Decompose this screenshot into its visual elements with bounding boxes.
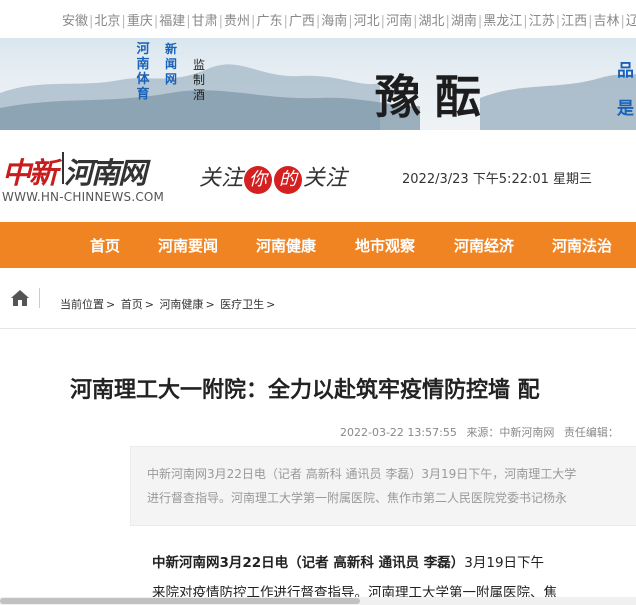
province-link[interactable]: 海南 xyxy=(321,10,347,29)
breadcrumb-divider xyxy=(39,288,40,308)
province-link[interactable]: 吉林 xyxy=(594,10,620,29)
province-separator: | xyxy=(523,14,528,29)
slogan-part-d: 关注 xyxy=(303,166,348,191)
province-link[interactable]: 北京 xyxy=(94,10,120,29)
summary-line-1: 中新河南网3月22日电（记者 高新科 通讯员 李磊）3月19日下午，河南理工大学 xyxy=(147,467,577,481)
slogan-part-a: 关注 xyxy=(199,166,244,191)
site-slogan: 关注你的关注 xyxy=(199,160,347,194)
breadcrumb-bar: 当前位置 > 首页 > 河南健康 > 医疗卫生 > xyxy=(0,268,636,329)
banner-title: 豫酝 xyxy=(375,70,495,124)
article-meta: 2022-03-22 13:57:55 来源：中新河南网 责任编辑： xyxy=(340,424,625,440)
province-separator: | xyxy=(218,14,224,29)
summary-line-2: 进行督查指导。河南理工大学第一附属医院、焦作市第二人民医院党委书记杨永 xyxy=(147,491,568,505)
article-summary: 中新河南网3月22日电（记者 高新科 通讯员 李磊）3月19日下午，河南理工大学… xyxy=(130,446,636,526)
province-link[interactable]: 重庆 xyxy=(127,10,153,29)
article-title: 河南理工大一附院：全力以赴筑牢疫情防控墙 配 xyxy=(70,377,540,403)
site-header: 中新 河南网 WWW.HN-CHINNEWS.COM 关注你的关注 2022/3/… xyxy=(0,130,636,222)
breadcrumb-home[interactable]: 首页 xyxy=(121,298,143,311)
breadcrumb-label: 当前位置 xyxy=(60,298,104,311)
banner-text-col3: 监制酒 xyxy=(192,58,205,102)
logo-black-text: 河南网 xyxy=(64,156,147,190)
province-link[interactable]: 甘肃 xyxy=(192,10,218,29)
mountain-graphic xyxy=(0,64,636,130)
breadcrumb-sep: > xyxy=(144,298,154,311)
province-separator: | xyxy=(588,14,593,29)
province-separator: | xyxy=(477,14,483,29)
province-link[interactable]: 广西 xyxy=(289,10,315,29)
article-body-line-1: 中新河南网3月22日电（记者 高新科 通讯员 李磊）3月19日下午 xyxy=(152,551,636,571)
breadcrumb-sep: > xyxy=(106,298,116,311)
province-bar: 安徽|北京|重庆|福建|甘肃|贵州|广东|广西|海南|河北|河南|湖北|湖南|黑… xyxy=(0,0,636,38)
slogan-part-b: 你 xyxy=(244,166,273,194)
logo-url: WWW.HN-CHINNEWS.COM xyxy=(2,190,165,204)
nav-item-home[interactable]: 首页 xyxy=(90,235,120,256)
province-link[interactable]: 安徽 xyxy=(62,10,88,29)
province-link[interactable]: 江西 xyxy=(561,10,587,29)
province-separator: | xyxy=(380,14,386,29)
province-separator: | xyxy=(186,14,191,29)
nav-item-economy[interactable]: 河南经济 xyxy=(454,235,514,256)
province-link[interactable]: 湖南 xyxy=(451,10,477,29)
province-link[interactable]: 辽宁 xyxy=(626,10,636,29)
home-icon[interactable] xyxy=(10,288,30,308)
banner-edge-text-2: 是 xyxy=(617,99,634,119)
breadcrumb-medical[interactable]: 医疗卫生 xyxy=(220,298,264,311)
province-separator: | xyxy=(89,14,94,29)
body-lead: 中新河南网3月22日电（记者 高新科 通讯员 李磊） xyxy=(152,555,465,571)
slogan-part-c: 的 xyxy=(274,166,303,194)
province-link[interactable]: 河北 xyxy=(354,10,380,29)
nav-item-news[interactable]: 河南要闻 xyxy=(158,235,218,256)
scrollbar-thumb[interactable] xyxy=(0,598,360,604)
province-separator: | xyxy=(555,14,561,29)
nav-item-law[interactable]: 河南法治 xyxy=(552,235,612,256)
province-link[interactable]: 福建 xyxy=(159,10,185,29)
province-links: 安徽|北京|重庆|福建|甘肃|贵州|广东|广西|海南|河北|河南|湖北|湖南|黑… xyxy=(62,10,636,29)
body-rest: 3月19日下午 xyxy=(464,555,545,571)
article-source-label: 来源： xyxy=(466,426,500,439)
article-editor-label: 责任编辑： xyxy=(563,426,619,439)
province-separator: | xyxy=(153,14,159,29)
site-logo[interactable]: 中新 河南网 xyxy=(2,150,147,192)
banner-ad[interactable]: 河南体育 新闻网 监制酒 豫酝 品 是 xyxy=(0,38,636,130)
banner-text-col1: 河南体育 xyxy=(136,42,150,102)
logo-red-text: 中新 xyxy=(2,156,58,190)
breadcrumb-sep: > xyxy=(266,298,276,311)
province-link[interactable]: 黑龙江 xyxy=(483,10,522,29)
banner-text-col2: 新闻网 xyxy=(164,42,177,86)
nav-item-cities[interactable]: 地市观察 xyxy=(355,235,415,256)
province-link[interactable]: 江苏 xyxy=(529,10,555,29)
province-separator: | xyxy=(121,14,126,29)
province-separator: | xyxy=(283,14,288,29)
article-source[interactable]: 中新河南网 xyxy=(499,426,554,439)
nav-item-health[interactable]: 河南健康 xyxy=(256,235,316,256)
breadcrumb-health[interactable]: 河南健康 xyxy=(159,298,203,311)
banner-edge-text-1: 品 xyxy=(617,61,634,81)
province-separator: | xyxy=(251,14,256,29)
province-link[interactable]: 广东 xyxy=(256,10,282,29)
logo-divider xyxy=(62,152,64,184)
main-nav: 首页 河南要闻 河南健康 地市观察 河南经济 河南法治 xyxy=(0,222,636,268)
current-datetime: 2022/3/23 下午5:22:01 星期三 xyxy=(402,172,593,187)
breadcrumb: 当前位置 > 首页 > 河南健康 > 医疗卫生 > xyxy=(60,296,277,312)
article-date: 2022-03-22 13:57:55 xyxy=(340,426,457,439)
province-separator: | xyxy=(445,14,450,29)
province-separator: | xyxy=(348,14,353,29)
province-separator: | xyxy=(620,14,625,29)
province-separator: | xyxy=(315,14,321,29)
province-link[interactable]: 湖北 xyxy=(418,10,444,29)
province-link[interactable]: 贵州 xyxy=(224,10,250,29)
province-separator: | xyxy=(413,14,418,29)
breadcrumb-sep: > xyxy=(205,298,215,311)
province-link[interactable]: 河南 xyxy=(386,10,412,29)
